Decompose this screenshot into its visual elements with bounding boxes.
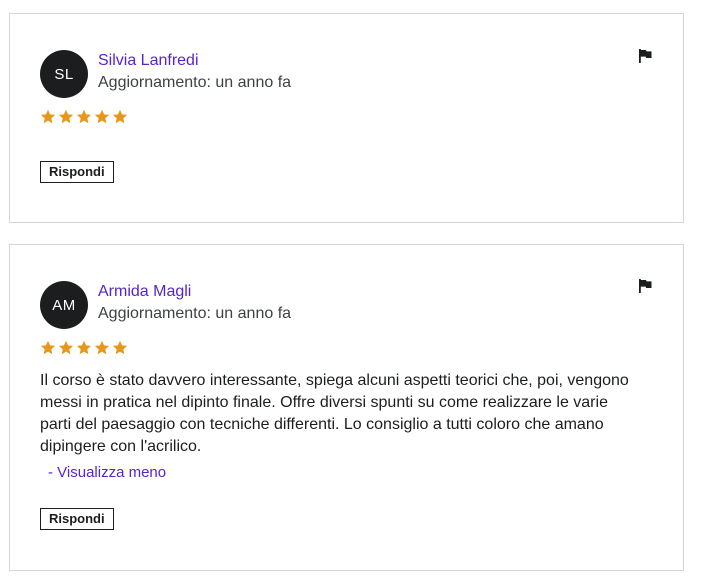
avatar: AM: [40, 281, 88, 329]
star-icon: [76, 109, 92, 124]
reviewer-name[interactable]: Silvia Lanfredi: [98, 52, 199, 70]
star-icon: [112, 340, 128, 355]
flag-icon[interactable]: [637, 48, 653, 64]
avatar-initials: SL: [54, 65, 74, 83]
review-text-line: messi in pratica nel dipinto finale. Off…: [40, 394, 608, 411]
avatar: SL: [40, 50, 88, 98]
review-text-line: Il corso è stato davvero interessante, s…: [40, 372, 629, 389]
star-icon: [58, 109, 74, 124]
star-icon: [58, 340, 74, 355]
review-text-line: parti del paesaggio con tecniche differe…: [40, 416, 604, 433]
star-icon: [76, 340, 92, 355]
star-icon: [94, 109, 110, 124]
reply-button[interactable]: Rispondi: [40, 161, 114, 183]
star-icon: [40, 109, 56, 124]
star-icon: [112, 109, 128, 124]
review-card: SL Silvia Lanfredi Aggiornamento: un ann…: [9, 13, 684, 223]
star-icon: [94, 340, 110, 355]
reviewer-name[interactable]: Armida Magli: [98, 283, 191, 301]
avatar-initials: AM: [52, 296, 76, 314]
review-text-line: dipingere con l'acrilico.: [40, 438, 202, 455]
reply-button[interactable]: Rispondi: [40, 508, 114, 530]
show-less-link[interactable]: - Visualizza meno: [48, 464, 166, 481]
review-updated-date: Aggiornamento: un anno fa: [98, 305, 292, 322]
rating-stars: [40, 109, 128, 125]
star-icon: [40, 340, 56, 355]
review-text: Il corso è stato davvero interessante, s…: [40, 370, 650, 458]
review-updated-date: Aggiornamento: un anno fa: [98, 74, 292, 91]
rating-stars: [40, 340, 128, 356]
review-card: AM Armida Magli Aggiornamento: un anno f…: [9, 244, 684, 571]
flag-icon[interactable]: [637, 278, 653, 294]
